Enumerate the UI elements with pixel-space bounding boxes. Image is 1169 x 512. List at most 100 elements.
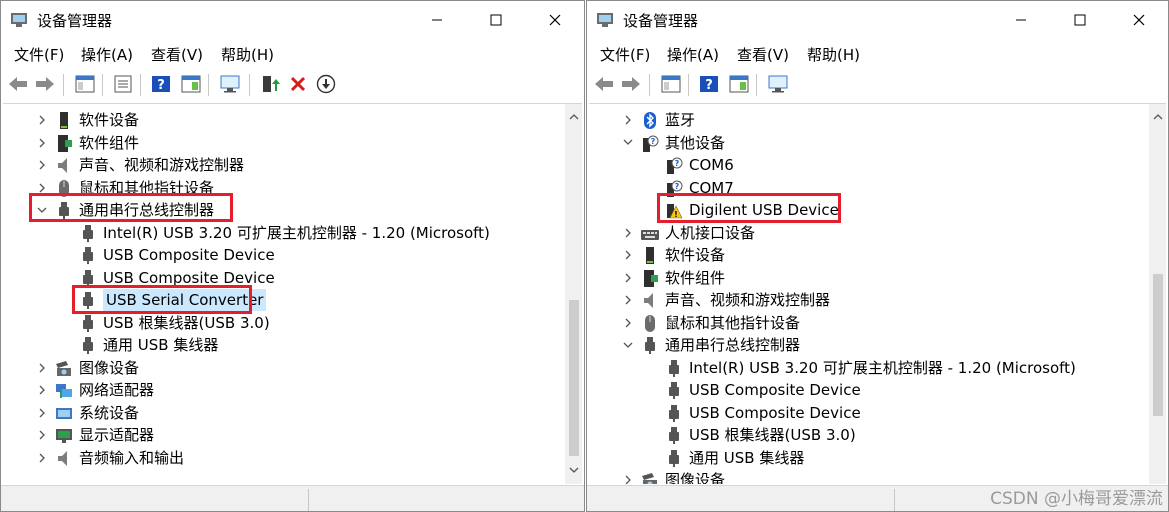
tree-row[interactable]: USB 根集线器(USB 3.0) — [3, 312, 543, 334]
expand-chevron-right-icon[interactable] — [621, 267, 635, 289]
properties-view-button[interactable] — [74, 73, 96, 95]
title-bar[interactable]: 设备管理器 — [1, 1, 584, 39]
tree-item-label: 软件设备 — [79, 111, 140, 129]
expand-chevron-right-icon[interactable] — [35, 424, 49, 446]
minimize-button[interactable] — [998, 5, 1044, 35]
title-bar[interactable]: 设备管理器 — [587, 1, 1168, 39]
scroll-up-button[interactable] — [1149, 108, 1166, 125]
close-button[interactable] — [1116, 5, 1162, 35]
tree-row[interactable]: 通用 USB 集线器 — [589, 447, 1129, 469]
close-button[interactable] — [532, 5, 578, 35]
menu-file[interactable]: 文件(F) — [600, 44, 650, 65]
tree-row[interactable]: 显示适配器 — [3, 424, 543, 446]
forward-button[interactable] — [34, 73, 56, 95]
expand-chevron-down-icon[interactable] — [621, 334, 635, 356]
expand-chevron-right-icon[interactable] — [621, 244, 635, 266]
expand-chevron-right-icon[interactable] — [35, 154, 49, 176]
tree-row[interactable]: 网络适配器 — [3, 379, 543, 401]
minimize-button[interactable] — [414, 5, 460, 35]
maximize-button[interactable] — [1057, 5, 1103, 35]
tree-row[interactable]: 蓝牙 — [589, 109, 1129, 131]
tree-row[interactable]: USB Composite Device — [589, 402, 1129, 424]
properties-button[interactable] — [112, 73, 134, 95]
scan-hardware-button[interactable] — [767, 73, 789, 95]
usb-plug-icon — [645, 337, 655, 354]
scroll-down-button[interactable] — [565, 462, 582, 479]
console-tree-icon — [729, 75, 749, 93]
tree-row[interactable]: 软件组件 — [589, 267, 1129, 289]
back-button[interactable] — [593, 73, 615, 95]
tree-row[interactable]: ? COM6 — [589, 154, 1129, 176]
usb-plug-icon — [669, 449, 679, 467]
update-driver-button[interactable] — [259, 73, 281, 95]
tree-item-label: 通用 USB 集线器 — [103, 336, 219, 354]
software-component-icon — [58, 134, 72, 152]
vertical-scrollbar[interactable] — [1149, 104, 1166, 484]
tree-row[interactable]: 人机接口设备 — [589, 222, 1129, 244]
tree-row[interactable]: ? 其他设备 — [589, 132, 1129, 154]
tree-row[interactable]: USB Composite Device — [3, 244, 543, 266]
expand-chevron-right-icon[interactable] — [621, 312, 635, 334]
tree-row[interactable]: 通用串行总线控制器 — [589, 334, 1129, 356]
forward-button[interactable] — [620, 73, 642, 95]
menu-view[interactable]: 查看(V) — [737, 44, 789, 65]
tree-item-label: 人机接口设备 — [665, 223, 756, 242]
tree-item-label: 软件设备 — [665, 246, 726, 264]
back-button[interactable] — [7, 73, 29, 95]
expand-chevron-right-icon[interactable] — [621, 222, 635, 244]
tree-item-label: 显示适配器 — [79, 426, 155, 444]
expand-chevron-right-icon[interactable] — [35, 109, 49, 131]
tree-row[interactable]: 软件组件 — [3, 132, 543, 154]
expand-chevron-right-icon[interactable] — [621, 469, 635, 484]
show-hidden-button[interactable] — [180, 73, 202, 95]
show-hidden-button[interactable] — [728, 73, 750, 95]
expand-chevron-down-icon[interactable] — [621, 132, 635, 154]
scan-hardware-button[interactable] — [219, 73, 241, 95]
tree-row[interactable]: 音频输入和输出 — [3, 447, 543, 469]
expand-chevron-right-icon[interactable] — [621, 109, 635, 131]
vertical-scrollbar[interactable] — [565, 104, 582, 484]
expand-chevron-right-icon[interactable] — [35, 447, 49, 469]
menu-view[interactable]: 查看(V) — [151, 44, 203, 65]
tree-row[interactable]: USB 根集线器(USB 3.0) — [589, 424, 1129, 446]
menu-help[interactable]: 帮助(H) — [221, 44, 274, 65]
system-device-icon — [56, 407, 72, 419]
tree-row[interactable]: 图像设备 — [589, 469, 1129, 484]
tree-row[interactable]: 系统设备 — [3, 402, 543, 424]
scroll-up-button[interactable] — [565, 108, 582, 125]
menu-action[interactable]: 操作(A) — [81, 44, 133, 65]
tree-row[interactable]: 通用 USB 集线器 — [3, 334, 543, 356]
menu-action[interactable]: 操作(A) — [667, 44, 719, 65]
tree-row[interactable]: Intel(R) USB 3.20 可扩展主机控制器 - 1.20 (Micro… — [589, 357, 1129, 379]
properties-view-button[interactable] — [660, 73, 682, 95]
expand-chevron-right-icon[interactable] — [35, 379, 49, 401]
scroll-thumb[interactable] — [1153, 274, 1163, 416]
tree-row[interactable]: 声音、视频和游戏控制器 — [3, 154, 543, 176]
tree-row[interactable]: 软件设备 — [589, 244, 1129, 266]
menu-help[interactable]: 帮助(H) — [807, 44, 860, 65]
help-button[interactable]: ? — [150, 73, 172, 95]
tree-item-label: Intel(R) USB 3.20 可扩展主机控制器 - 1.20 (Micro… — [689, 358, 1076, 377]
unknown-device-icon: ? — [643, 135, 659, 152]
maximize-icon — [490, 14, 502, 26]
expand-chevron-right-icon[interactable] — [35, 402, 49, 424]
speaker-icon — [644, 293, 653, 308]
tree-row[interactable]: USB Composite Device — [589, 379, 1129, 401]
tree-row[interactable]: Intel(R) USB 3.20 可扩展主机控制器 - 1.20 (Micro… — [3, 222, 543, 244]
expand-chevron-right-icon[interactable] — [35, 357, 49, 379]
menu-file[interactable]: 文件(F) — [14, 44, 64, 65]
scroll-thumb[interactable] — [569, 300, 579, 456]
properties-icon — [114, 75, 132, 93]
disable-device-button[interactable] — [315, 73, 337, 95]
expand-chevron-right-icon[interactable] — [621, 289, 635, 311]
expand-chevron-right-icon[interactable] — [35, 132, 49, 154]
tree-row[interactable]: 鼠标和其他指针设备 — [589, 312, 1129, 334]
help-button[interactable]: ? — [698, 73, 720, 95]
device-tree[interactable]: 蓝牙? 其他设备? COM6? COM7! Digilent USB Device 人机接… — [589, 103, 1166, 484]
tree-row[interactable]: 声音、视频和游戏控制器 — [589, 289, 1129, 311]
tree-row[interactable]: 图像设备 — [3, 357, 543, 379]
console-tree-icon — [75, 75, 95, 93]
uninstall-device-button[interactable] — [287, 73, 309, 95]
tree-row[interactable]: 软件设备 — [3, 109, 543, 131]
maximize-button[interactable] — [473, 5, 519, 35]
